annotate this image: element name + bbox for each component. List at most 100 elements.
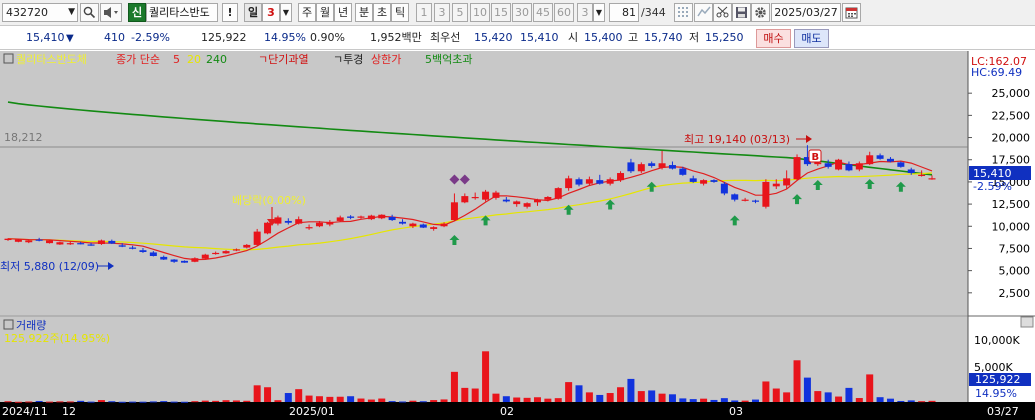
y-tick-label: 17,500 (992, 154, 1031, 167)
candle-body (264, 222, 272, 234)
tab-week[interactable]: 주 (298, 3, 316, 22)
open-label: 시 (568, 31, 579, 44)
candle-body (222, 251, 230, 254)
candle-body (419, 224, 427, 228)
candle-body (783, 178, 791, 186)
interval-button-5[interactable]: 5 (452, 3, 468, 22)
tab-year[interactable]: 년 (334, 3, 352, 22)
volume-bar (77, 400, 85, 402)
buy-button[interactable]: 매수 (756, 29, 791, 48)
candle-body (907, 169, 915, 174)
volume-bar (575, 385, 583, 402)
stock-name[interactable]: 퀄리타스반도 (146, 3, 218, 22)
volume: 125,922 (201, 31, 247, 44)
candle-body (388, 216, 396, 221)
candle-body (679, 168, 687, 175)
volume-bar (108, 401, 116, 403)
gear-icon[interactable] (751, 3, 770, 22)
volume-bar (824, 392, 832, 402)
interval-button-45[interactable]: 45 (533, 3, 553, 22)
best-quote-label: 최우선 (430, 31, 461, 44)
search-icon[interactable] (80, 3, 99, 22)
volume-bar (35, 400, 43, 402)
save-icon[interactable] (732, 3, 751, 22)
volume-bar (461, 387, 469, 402)
volume-bar (419, 401, 427, 403)
volume-bar (284, 393, 292, 402)
candle-body (492, 192, 500, 198)
interval-button-10[interactable]: 10 (470, 3, 490, 22)
candle-body (409, 223, 417, 227)
interval-button-3[interactable]: 3 (434, 3, 450, 22)
interval-button-60[interactable]: 60 (554, 3, 574, 22)
period-number[interactable]: 3 (262, 3, 280, 22)
y-tick-label: 25,000 (992, 87, 1031, 100)
candle-body (471, 196, 479, 199)
candle-body (149, 252, 157, 256)
volume-ratio: 14.95% (264, 31, 306, 44)
chevron-down-icon[interactable]: ▼ (68, 4, 75, 21)
new-listing-badge: 신 (128, 3, 146, 22)
tab-second[interactable]: 초 (373, 3, 391, 22)
candle-body (461, 196, 469, 203)
legend-investment-warning: ㄱ투경 (333, 53, 363, 66)
volume-bar (606, 393, 614, 402)
panel-collapse-icon[interactable] (1020, 316, 1034, 328)
volume-bar (752, 399, 760, 402)
interval-custom-value[interactable]: 3 (577, 3, 593, 22)
volume-bar (87, 401, 95, 403)
volume-bar (544, 398, 552, 402)
scissors-icon[interactable] (713, 3, 732, 22)
period-dropdown-icon[interactable]: ▼ (280, 3, 292, 22)
tab-month[interactable]: 월 (316, 3, 334, 22)
volume-bar (502, 396, 510, 402)
volume-bar (409, 400, 417, 402)
volume-bar (855, 398, 863, 402)
volume-bar (679, 398, 687, 402)
calendar-icon[interactable] (842, 3, 861, 22)
y-tick-label: 10,000 (992, 220, 1031, 233)
interval-button-1[interactable]: 1 (416, 3, 432, 22)
candle-body (575, 179, 583, 185)
volume-bar (222, 400, 230, 402)
turnover-rate: 0.90% (310, 31, 345, 44)
indicator-icon[interactable] (694, 3, 713, 22)
candle-body (752, 200, 760, 202)
tab-minute[interactable]: 분 (355, 3, 373, 22)
volume-bar (585, 392, 593, 402)
price-panel-bg (0, 51, 968, 315)
chart-toolbar: 432720 ▼ 신 퀄리타스반도 ! 일 3 ▼ 주 월 년 분 초 틱 1 … (0, 0, 1035, 26)
date-field[interactable]: 2025/03/27 (771, 3, 841, 22)
y-tick-label: 5,000 (999, 265, 1031, 278)
candle-body (4, 238, 12, 241)
x-label-03: 03 (729, 405, 743, 418)
candle-body (627, 162, 635, 172)
stock-code-value: 432720 (6, 6, 48, 19)
grid-dots-icon[interactable] (674, 3, 693, 22)
stock-code-combo[interactable]: 432720 ▼ (2, 3, 78, 22)
volume-bar (907, 400, 915, 402)
volume-bar (232, 400, 240, 402)
volume-bar (212, 400, 220, 402)
sell-button[interactable]: 매도 (794, 29, 829, 48)
candle-body (170, 259, 178, 262)
y-tick-label: 22,500 (992, 109, 1031, 122)
interval-button-30[interactable]: 30 (512, 3, 532, 22)
alert-button[interactable]: ! (222, 3, 238, 22)
tab-tick[interactable]: 틱 (391, 3, 409, 22)
volume-bar (347, 396, 355, 402)
candle-body (596, 180, 604, 184)
x-label-last: 03/27 (987, 405, 1019, 418)
stock-chart[interactable]: 18,212 퀄리타스반도체 종가 단순 5 20 240 ㄱ단기과열 ㄱ투경 … (0, 51, 1035, 420)
volume-bar (46, 401, 54, 403)
interval-button-15[interactable]: 15 (491, 3, 511, 22)
speaker-icon[interactable] (100, 3, 122, 22)
volume-bar (14, 401, 22, 403)
interval-dropdown-icon[interactable]: ▼ (593, 3, 605, 22)
volume-bar (513, 397, 521, 402)
period-daily-button[interactable]: 일 (244, 3, 262, 22)
visible-count-input[interactable]: 81 (609, 3, 639, 22)
volume-bar (803, 377, 811, 402)
candle-body (741, 199, 749, 201)
volume-bar (191, 401, 199, 403)
